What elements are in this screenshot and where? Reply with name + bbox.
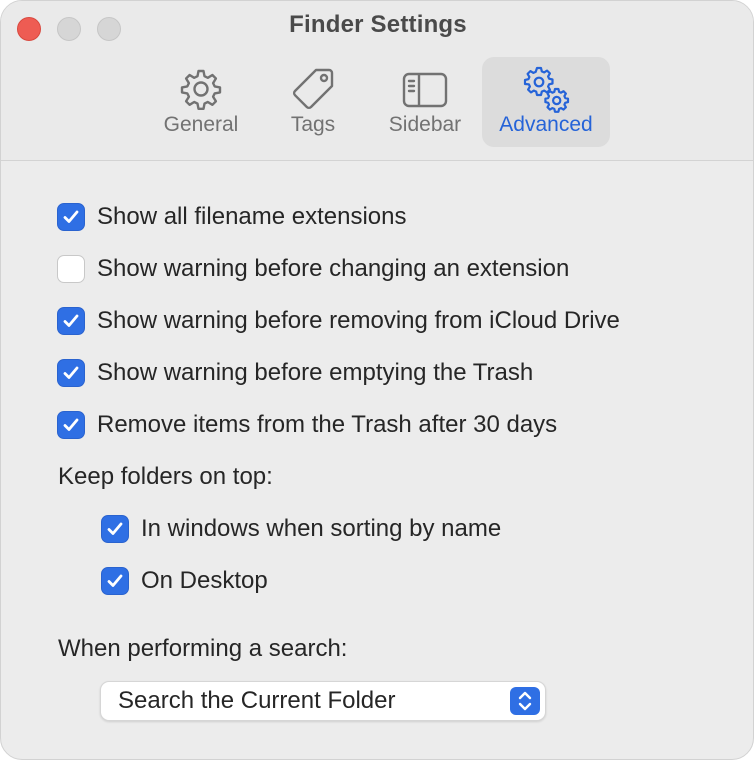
checkbox-warn-icloud[interactable] <box>57 307 85 335</box>
tag-icon <box>292 68 334 110</box>
window-title: Finder Settings <box>289 11 467 38</box>
checkmark-icon <box>63 366 79 379</box>
search-scope-heading: When performing a search: <box>58 635 348 662</box>
checkmark-icon <box>63 314 79 327</box>
sidebar-icon <box>402 72 448 108</box>
tab-advanced[interactable]: Advanced <box>482 57 610 147</box>
option-label: Show warning before changing an extensio… <box>97 255 570 282</box>
tab-tags[interactable]: Tags <box>263 57 363 147</box>
checkbox-remove-trash-30-days[interactable] <box>57 411 85 439</box>
option-label: Show warning before emptying the Trash <box>97 359 534 386</box>
option-label: On Desktop <box>141 567 268 594</box>
gear-icon <box>180 69 222 110</box>
checkmark-icon <box>107 574 123 587</box>
folders-on-top-heading: Keep folders on top: <box>58 463 273 490</box>
checkbox-show-extensions[interactable] <box>57 203 85 231</box>
search-scope-select[interactable]: Search the Current Folder <box>100 681 546 721</box>
toolbar: Finder Settings General Tags Sidebar Adv… <box>1 1 753 161</box>
tab-general-label: General <box>163 113 239 136</box>
checkmark-icon <box>63 210 79 223</box>
gears-icon <box>523 66 570 113</box>
option-label: Show all filename extensions <box>97 203 407 230</box>
tab-sidebar[interactable]: Sidebar <box>374 57 476 147</box>
checkbox-warn-change-extension[interactable] <box>57 255 85 283</box>
checkbox-folders-top-desktop[interactable] <box>101 567 129 595</box>
tab-sidebar-label: Sidebar <box>388 113 462 136</box>
checkmark-icon <box>63 418 79 431</box>
tab-general[interactable]: General <box>151 57 251 147</box>
option-label: Show warning before removing from iCloud… <box>97 307 620 334</box>
checkbox-folders-top-windows[interactable] <box>101 515 129 543</box>
checkbox-warn-trash[interactable] <box>57 359 85 387</box>
search-scope-value: Search the Current Folder <box>118 687 396 714</box>
option-label: Remove items from the Trash after 30 day… <box>97 411 558 438</box>
tab-tags-label: Tags <box>290 113 336 136</box>
chevron-up-down-icon[interactable] <box>510 687 540 715</box>
checkmark-icon <box>107 522 123 535</box>
tab-advanced-label: Advanced <box>499 113 593 136</box>
option-label: In windows when sorting by name <box>141 515 502 542</box>
finder-settings-window: Finder Settings General Tags Sidebar Adv… <box>0 0 754 760</box>
